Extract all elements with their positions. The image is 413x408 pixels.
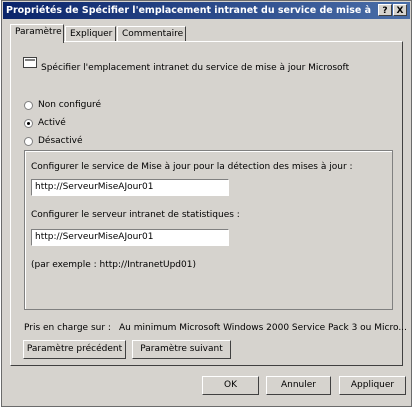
tab-expliquer[interactable]: Expliquer [65, 26, 116, 42]
radio-not-configured[interactable] [24, 101, 33, 110]
cancel-button[interactable]: Annuler [266, 376, 331, 395]
apply-button[interactable]: Appliquer [339, 376, 406, 395]
previous-setting-button[interactable]: Paramètre précédent [23, 340, 126, 359]
update-service-input[interactable]: http://ServeurMiseAJour01 [31, 179, 229, 196]
stats-server-label: Configurer le serveur intranet de statis… [31, 210, 240, 220]
tab-commentaire[interactable]: Commentaire [117, 26, 186, 42]
close-button[interactable]: X [393, 4, 407, 16]
radio-disabled[interactable] [24, 137, 33, 146]
policy-icon [23, 57, 37, 68]
radio-enabled[interactable] [24, 119, 33, 128]
policy-name: Spécifier l'emplacement intranet du serv… [41, 63, 350, 73]
stats-server-input[interactable]: http://ServeurMiseAJour01 [31, 229, 229, 246]
update-service-label: Configurer le service de Mise à jour pou… [31, 162, 353, 172]
label-enabled[interactable]: Activé [38, 118, 66, 128]
label-not-configured[interactable]: Non configuré [38, 100, 101, 110]
label-disabled[interactable]: Désactivé [38, 136, 83, 146]
next-setting-button[interactable]: Paramètre suivant [132, 340, 231, 359]
help-button[interactable]: ? [378, 4, 392, 16]
title-bar: Propriétés de Spécifier l'emplacement in… [3, 2, 410, 19]
ok-button[interactable]: OK [202, 376, 259, 395]
properties-dialog: Propriétés de Spécifier l'emplacement in… [1, 0, 412, 407]
supported-label: Pris en charge sur : [24, 323, 111, 333]
supported-value: Au minimum Microsoft Windows 2000 Servic… [119, 323, 407, 333]
tab-parametre[interactable]: Paramètre [10, 24, 64, 43]
example-text: (par exemple : http://IntranetUpd01) [31, 260, 196, 270]
window-title: Propriétés de Spécifier l'emplacement in… [6, 5, 372, 16]
